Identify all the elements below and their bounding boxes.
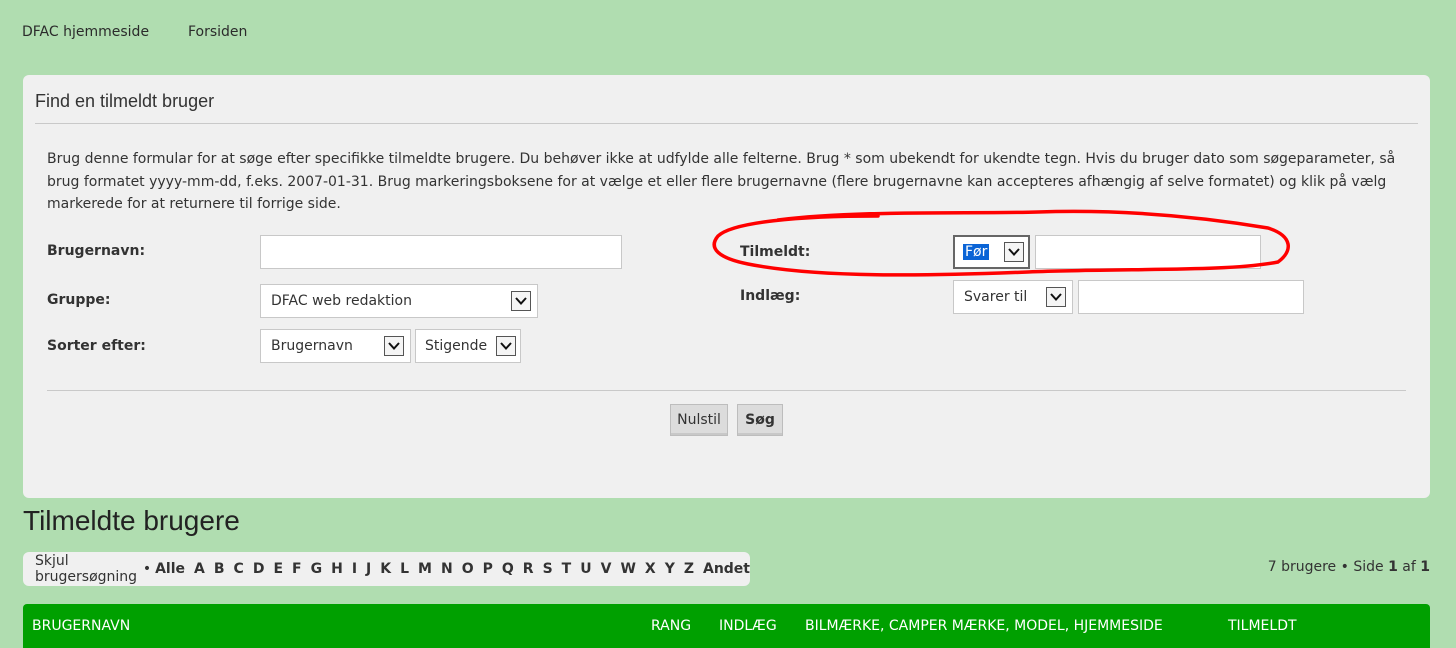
divider xyxy=(35,123,1418,124)
letter-link[interactable]: Y xyxy=(665,561,675,577)
letter-link[interactable]: S xyxy=(543,561,553,577)
annotation-circle xyxy=(712,209,1290,277)
letter-link[interactable]: Andet xyxy=(703,561,750,577)
username-label: Brugernavn: xyxy=(47,243,146,259)
breadcrumb-forum-link[interactable]: Forsiden xyxy=(188,24,247,40)
member-count: 7 brugere xyxy=(1267,559,1337,575)
of-word: af xyxy=(1402,559,1416,575)
column-header-joined[interactable]: TILMELDT xyxy=(1228,618,1297,634)
letter-link[interactable]: H xyxy=(331,561,343,577)
letter-link[interactable]: P xyxy=(483,561,493,577)
column-header-vehicle-info[interactable]: BILMÆRKE, CAMPER MÆRKE, MODEL, HJEMMESID… xyxy=(805,618,1163,634)
chevron-down-icon xyxy=(384,336,404,356)
sort-order-select[interactable]: Stigende xyxy=(415,329,521,363)
page-title: Tilmeldte brugere xyxy=(23,505,240,536)
sort-field-select[interactable]: Brugernavn xyxy=(260,329,411,363)
column-header-username[interactable]: BRUGERNAVN xyxy=(32,618,130,634)
sort-label: Sorter efter: xyxy=(47,338,146,354)
letter-link[interactable]: I xyxy=(352,561,357,577)
reset-button[interactable]: Nulstil xyxy=(670,404,728,436)
divider xyxy=(47,390,1406,391)
letter-link[interactable]: E xyxy=(273,561,283,577)
username-input[interactable] xyxy=(260,235,622,269)
letter-link[interactable]: Q xyxy=(502,561,514,577)
letter-link[interactable]: A xyxy=(194,561,205,577)
letter-link[interactable]: W xyxy=(620,561,635,577)
posts-label: Indlæg: xyxy=(740,288,801,304)
letter-link[interactable]: X xyxy=(645,561,656,577)
letter-link[interactable]: F xyxy=(292,561,302,577)
posts-mode-value: Svarer til xyxy=(964,289,1028,305)
current-page: 1 xyxy=(1388,559,1398,575)
breadcrumb-separator-icon xyxy=(164,26,174,36)
bullet-separator: • xyxy=(142,561,152,577)
sort-order-value: Stigende xyxy=(425,338,488,354)
chevron-down-icon xyxy=(511,291,531,311)
letter-link[interactable]: T xyxy=(562,561,572,577)
total-pages: 1 xyxy=(1420,559,1430,575)
letter-link[interactable]: R xyxy=(523,561,534,577)
letter-link[interactable]: Z xyxy=(684,561,694,577)
letter-link[interactable]: B xyxy=(214,561,225,577)
letter-link[interactable]: U xyxy=(580,561,591,577)
group-select[interactable]: DFAC web redaktion xyxy=(260,284,538,318)
breadcrumb: DFAC hjemmeside Forsiden xyxy=(22,24,247,40)
bullet-separator: • xyxy=(1340,559,1349,575)
pagination-info: 7 brugere • Side 1 af 1 xyxy=(1268,559,1430,575)
letter-link[interactable]: G xyxy=(311,561,323,577)
letter-link[interactable]: C xyxy=(234,561,244,577)
letter-link[interactable]: K xyxy=(380,561,391,577)
letter-link[interactable]: L xyxy=(400,561,409,577)
members-table-header: BRUGERNAVN RANG INDLÆG BILMÆRKE, CAMPER … xyxy=(23,604,1430,648)
letter-link[interactable]: M xyxy=(418,561,432,577)
page-word: Side xyxy=(1353,559,1384,575)
chevron-down-icon xyxy=(496,336,516,356)
letter-link[interactable]: O xyxy=(462,561,474,577)
search-button[interactable]: Søg xyxy=(737,404,783,436)
letter-link[interactable]: Alle xyxy=(155,561,185,577)
member-search-panel: Find en tilmeldt bruger Brug denne formu… xyxy=(23,75,1430,498)
column-header-rank[interactable]: RANG xyxy=(651,618,691,634)
group-label: Gruppe: xyxy=(47,292,111,308)
letter-link[interactable]: J xyxy=(366,561,371,577)
group-select-value: DFAC web redaktion xyxy=(271,293,412,309)
letter-link[interactable]: V xyxy=(601,561,612,577)
breadcrumb-home-link[interactable]: DFAC hjemmeside xyxy=(22,24,149,40)
alphabet-filter-bar: Skjul brugersøgning • Alle A B C D E F G… xyxy=(23,552,750,586)
letter-link[interactable]: D xyxy=(253,561,265,577)
hide-search-link[interactable]: Skjul brugersøgning xyxy=(35,553,139,585)
sort-field-value: Brugernavn xyxy=(271,338,353,354)
letter-link[interactable]: N xyxy=(441,561,453,577)
chevron-down-icon xyxy=(1046,287,1066,307)
panel-title: Find en tilmeldt bruger xyxy=(35,91,215,111)
column-header-posts[interactable]: INDLÆG xyxy=(719,618,777,634)
